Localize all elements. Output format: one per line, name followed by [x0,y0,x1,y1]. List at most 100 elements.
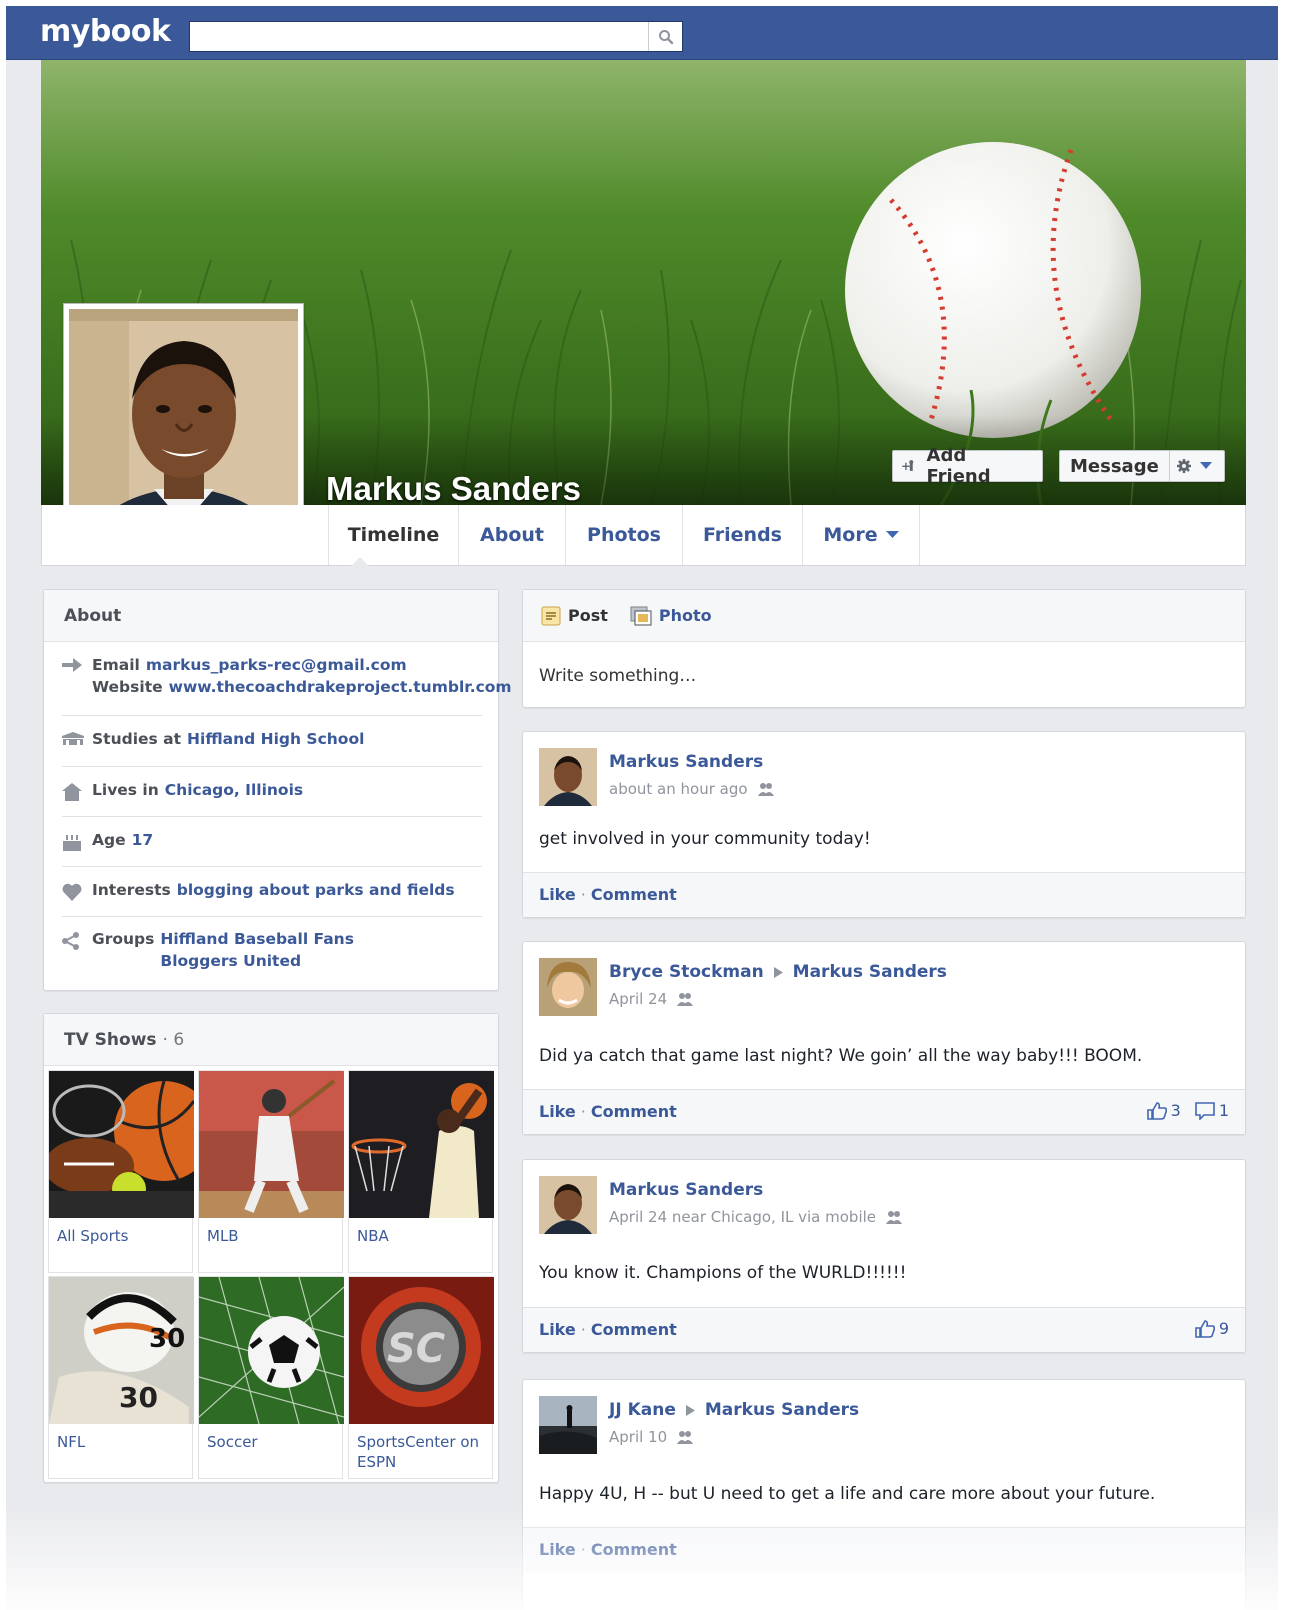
comment-button[interactable]: Comment [591,885,677,904]
tv-show-label: NBA [357,1227,389,1245]
tv-show-label: MLB [207,1227,239,1245]
tv-show-tile[interactable]: NBA [348,1070,494,1273]
post-timestamp[interactable]: April 24 near Chicago, IL via mobile [609,1208,876,1226]
tv-show-tile[interactable]: SC SportsCenter on ESPN [348,1276,494,1479]
post-author-link[interactable]: Markus Sanders [609,1180,763,1200]
nfl-player-image: 30 30 [49,1277,194,1424]
timeline-post: Markus Sanders April 24 near Chicago, IL… [522,1159,1246,1353]
separator-dot: · [580,1540,586,1559]
tab-timeline[interactable]: Timeline [328,505,459,565]
studies-label: Studies at [92,730,182,748]
arrow-right-icon [62,658,82,672]
like-count-value: 9 [1218,1319,1229,1338]
post-actions-bar: Like · Comment 9 [523,1307,1245,1352]
groups-label: Groups [92,930,155,948]
friends-audience-icon [886,1211,903,1224]
post-author-link[interactable]: Markus Sanders [609,752,763,772]
tab-about[interactable]: About [459,505,566,565]
composer-input[interactable]: Write something… [539,666,696,686]
tv-shows-count: · 6 [162,1029,185,1050]
comment-count[interactable]: 1 [1195,1101,1229,1120]
nba-dunk-image [349,1071,494,1218]
options-dropdown[interactable] [1170,458,1218,474]
like-button[interactable]: Like [539,885,576,904]
avatar[interactable] [539,1396,597,1454]
email-label: Email [92,656,140,674]
divider [62,816,482,817]
website-link[interactable]: www.thecoachdrakeproject.tumblr.com [169,678,512,696]
post-target-link[interactable]: Markus Sanders [705,1400,859,1420]
tv-show-tile[interactable]: Soccer [198,1276,344,1479]
post-timestamp[interactable]: April 24 [609,990,667,1008]
search-button[interactable] [648,22,682,51]
comment-button[interactable]: Comment [591,1540,677,1559]
triangle-right-icon [773,966,783,978]
group-link[interactable]: Bloggers United [160,952,354,970]
group-link[interactable]: Hiffland Baseball Fans [160,930,354,948]
age-value: 17 [131,831,154,849]
tv-shows-card: TV Shows · 6 All Sports MLB NBA 30 30 NF… [43,1013,499,1483]
like-button[interactable]: Like [539,1320,576,1339]
tv-show-tile[interactable]: All Sports [48,1070,194,1273]
composer-tab-photo[interactable]: Photo [630,606,712,626]
divider [62,766,482,767]
like-count[interactable]: 3 [1146,1101,1181,1120]
avatar[interactable] [539,748,597,806]
timeline-post: Bryce Stockman Markus Sanders April 24 D… [522,941,1246,1135]
post-text: get involved in your community today! [539,829,871,849]
post-meta: April 24 near Chicago, IL via mobile [609,1208,903,1226]
tv-show-tile[interactable]: 30 30 NFL [48,1276,194,1479]
friends-audience-icon [757,783,774,796]
composer-post-label: Post [568,606,608,625]
post-author-link[interactable]: Bryce Stockman [609,962,764,982]
post-author-link[interactable]: JJ Kane [609,1400,676,1420]
search-box [189,21,683,52]
tab-photos[interactable]: Photos [566,505,683,565]
divider [62,866,482,867]
avatar[interactable] [539,958,597,1016]
comment-button[interactable]: Comment [591,1320,677,1339]
post-actions-bar: Like · Comment 3 1 [523,1089,1245,1134]
email-link[interactable]: markus_parks-rec@gmail.com [146,656,407,674]
about-studies-row: Studies at Hiffland High School [62,730,482,748]
profile-name[interactable]: Markus Sanders [326,470,581,508]
comment-button[interactable]: Comment [591,1102,677,1121]
about-lives-row: Lives in Chicago, Illinois [62,781,482,801]
composer-tab-post[interactable]: Post [541,606,608,626]
svg-text:+: + [901,459,911,473]
heart-icon [62,883,82,901]
thumbs-up-icon [1146,1101,1167,1120]
avatar[interactable] [539,1176,597,1234]
like-count[interactable]: 9 [1195,1319,1229,1338]
separator-dot: · [580,1102,586,1121]
composer-tabs: Post Photo [523,590,1245,642]
location-link[interactable]: Chicago, Illinois [165,781,303,801]
top-bar: mybook [6,6,1278,60]
friends-audience-icon [677,1431,694,1444]
like-button[interactable]: Like [539,1540,576,1559]
tab-friends[interactable]: Friends [683,505,803,565]
add-friend-button[interactable]: + Add Friend [892,445,1043,487]
note-icon [541,606,561,625]
message-button[interactable]: Message [1060,451,1170,481]
tab-more[interactable]: More [803,505,920,565]
timeline-post: JJ Kane Markus Sanders April 10 Happy 4U… [522,1379,1246,1610]
post-timestamp[interactable]: about an hour ago [609,780,748,798]
school-link[interactable]: Hiffland High School [187,730,364,748]
active-tab-pointer [351,557,369,566]
post-author: JJ Kane Markus Sanders [609,1400,859,1420]
like-button[interactable]: Like [539,1102,576,1121]
sportscenter-logo-image: SC [349,1277,494,1424]
interests-label: Interests [92,881,171,899]
search-input[interactable] [190,22,648,51]
magnifier-icon [658,29,673,44]
lives-label: Lives in [92,781,159,799]
interests-link[interactable]: blogging about parks and fields [177,881,455,901]
tv-show-tile[interactable]: MLB [198,1070,344,1273]
post-target-link[interactable]: Markus Sanders [793,962,947,982]
comment-count-value: 1 [1218,1101,1229,1120]
post-actions-bar: Like · Comment [523,872,1245,917]
sports-equipment-image [49,1071,194,1218]
post-timestamp[interactable]: April 10 [609,1428,667,1446]
logo[interactable]: mybook [40,14,171,49]
